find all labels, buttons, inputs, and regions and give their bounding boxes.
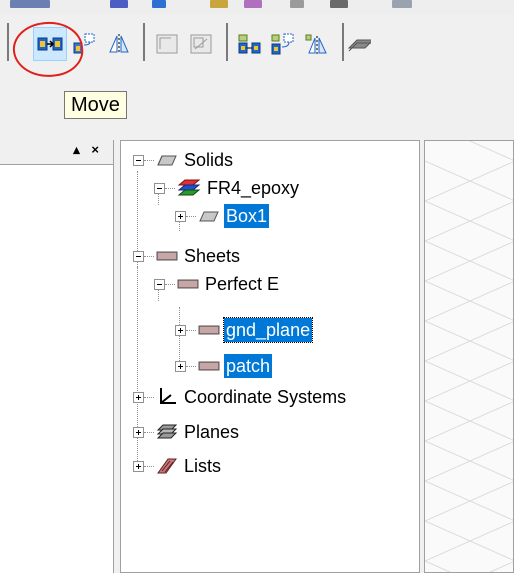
tree-connector bbox=[144, 159, 154, 161]
toolbar-icon-fragment bbox=[330, 0, 348, 8]
tree-node-perfect-e[interactable]: Perfect E bbox=[154, 270, 281, 298]
toolbar-icon-fragment bbox=[110, 0, 128, 8]
collapse-toggle-icon[interactable] bbox=[154, 182, 165, 194]
duplicate-along-line-button[interactable] bbox=[232, 27, 266, 61]
tree-connector bbox=[186, 215, 196, 217]
collapse-toggle-icon[interactable] bbox=[154, 278, 165, 290]
tree-label: Sheets bbox=[184, 246, 241, 266]
toolbar-icon-fragment bbox=[244, 0, 262, 8]
coordinate-system-icon bbox=[160, 388, 176, 404]
sweep-button[interactable] bbox=[347, 27, 371, 61]
expand-toggle-icon[interactable] bbox=[133, 391, 144, 403]
scale-button[interactable] bbox=[184, 27, 218, 61]
tree-node-coordinate-systems[interactable]: Coordinate Systems bbox=[133, 383, 348, 411]
tree-label: Planes bbox=[184, 422, 240, 442]
tree-node-box1[interactable]: Box1 bbox=[175, 202, 270, 230]
tree-label: Perfect E bbox=[205, 274, 280, 294]
toolbar-icon-fragment bbox=[290, 0, 304, 8]
mirror-button[interactable] bbox=[102, 27, 136, 61]
tree-connector bbox=[144, 431, 154, 433]
tree-label: Coordinate Systems bbox=[184, 387, 347, 407]
tree-connector bbox=[186, 365, 196, 367]
modeler-viewport[interactable] bbox=[424, 140, 514, 573]
tree-label: Lists bbox=[184, 456, 222, 476]
panel-header: ▴ × bbox=[0, 140, 113, 165]
tree-connector bbox=[144, 396, 154, 398]
tree-node-planes[interactable]: Planes bbox=[133, 418, 241, 446]
tree-label: FR4_epoxy bbox=[207, 178, 300, 198]
expand-toggle-icon[interactable] bbox=[175, 210, 186, 222]
tree-node-solids[interactable]: Solids bbox=[133, 146, 235, 174]
duplicate-along-line-icon bbox=[238, 34, 261, 54]
collapse-toggle-icon[interactable] bbox=[133, 154, 144, 166]
solid-icon bbox=[157, 155, 177, 166]
sweep-icon bbox=[347, 39, 371, 52]
sheet-icon bbox=[156, 251, 178, 261]
tree-node-patch[interactable]: patch bbox=[175, 352, 273, 380]
toolbar-grip[interactable] bbox=[7, 23, 9, 61]
tree-label-selected: Box1 bbox=[224, 204, 270, 228]
viewport-grid bbox=[425, 141, 513, 572]
panel-controls[interactable]: ▴ × bbox=[73, 142, 103, 158]
toolbar-icon-fragment bbox=[210, 0, 228, 8]
tree-node-sheets[interactable]: Sheets bbox=[133, 242, 242, 270]
solid-icon bbox=[199, 211, 219, 222]
tree-node-lists[interactable]: Lists bbox=[133, 452, 223, 480]
sheet-icon bbox=[177, 279, 199, 289]
tree-label: Solids bbox=[184, 150, 234, 170]
duplicate-mirror-button[interactable] bbox=[300, 27, 334, 61]
toolbar-icon-fragment bbox=[152, 0, 166, 8]
tree-connector bbox=[144, 255, 154, 257]
lists-icon bbox=[157, 458, 177, 474]
tooltip: Move bbox=[64, 91, 127, 119]
tree-label-selected: patch bbox=[224, 354, 273, 378]
tree-connector bbox=[186, 329, 196, 331]
tree-connector bbox=[144, 465, 154, 467]
tree-node-fr4-epoxy[interactable]: FR4_epoxy bbox=[154, 174, 301, 202]
expand-toggle-icon[interactable] bbox=[175, 360, 186, 372]
toolbar-separator bbox=[226, 23, 228, 61]
tree-label-selected: gnd_plane bbox=[222, 317, 314, 343]
expand-toggle-icon[interactable] bbox=[133, 426, 144, 438]
left-docked-panel: ▴ × bbox=[0, 140, 114, 573]
duplicate-around-axis-icon bbox=[271, 33, 294, 55]
duplicate-around-axis-button[interactable] bbox=[266, 27, 300, 61]
offset-icon bbox=[156, 34, 178, 54]
toolbar-icon-fragment bbox=[392, 0, 412, 8]
toolbar-separator bbox=[342, 23, 344, 61]
scale-icon bbox=[190, 34, 212, 54]
material-icon bbox=[177, 179, 201, 196]
toolbar-icon-fragment bbox=[10, 0, 50, 8]
collapse-toggle-icon[interactable] bbox=[133, 250, 144, 262]
tree-connector bbox=[165, 187, 175, 189]
mirror-icon bbox=[109, 34, 129, 54]
tree-node-gnd-plane[interactable]: gnd_plane bbox=[175, 316, 314, 344]
upper-toolbar-strip bbox=[0, 0, 514, 14]
toolbar-separator bbox=[143, 23, 145, 61]
expand-toggle-icon[interactable] bbox=[175, 324, 186, 336]
planes-icon bbox=[156, 424, 178, 439]
expand-toggle-icon[interactable] bbox=[133, 460, 144, 472]
duplicate-mirror-icon bbox=[305, 34, 327, 54]
model-tree: Solids FR4_epoxy Box1 Sheets Perfect E g… bbox=[120, 140, 420, 573]
sheet-icon bbox=[198, 361, 220, 371]
sheet-icon bbox=[198, 325, 220, 335]
offset-button[interactable] bbox=[150, 27, 184, 61]
tree-connector bbox=[165, 283, 175, 285]
